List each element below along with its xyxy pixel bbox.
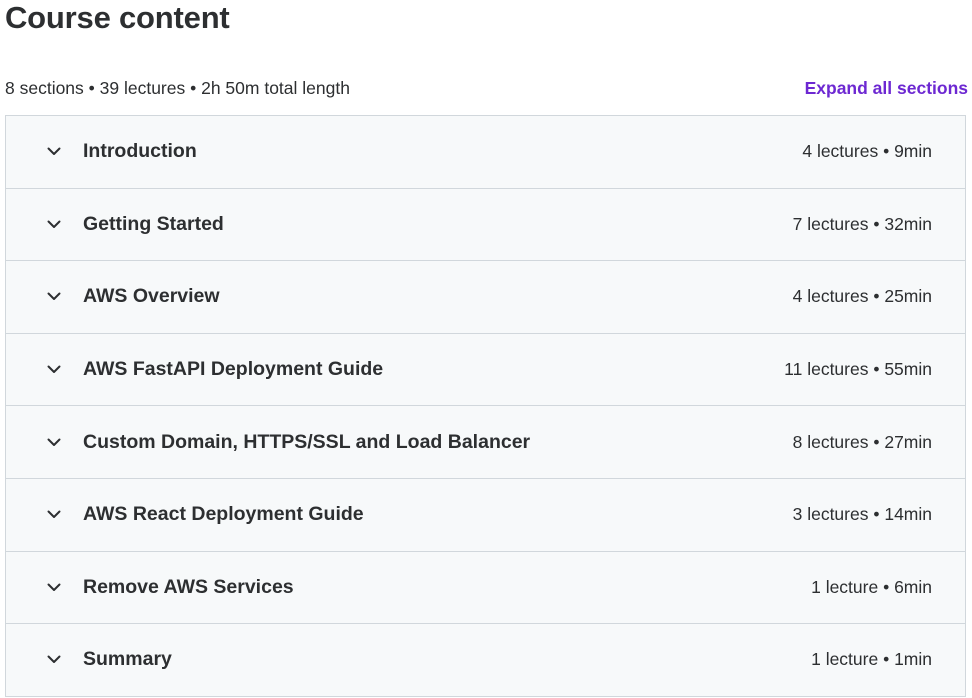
section-lecture-info: 1 lecture • 6min — [811, 576, 932, 597]
section-lecture-info: 4 lectures • 25min — [792, 286, 932, 307]
section-lecture-info: 11 lectures • 55min — [784, 359, 932, 380]
chevron-down-icon — [46, 144, 62, 160]
sections-accordion: Introduction 4 lectures • 9min Getting S… — [5, 115, 966, 697]
section-title: AWS React Deployment Guide — [83, 503, 364, 526]
section-title: Summary — [83, 648, 172, 671]
section-lecture-info: 7 lectures • 32min — [792, 213, 932, 234]
chevron-down-icon — [46, 434, 62, 450]
section-header[interactable]: AWS React Deployment Guide 3 lectures • … — [6, 478, 965, 552]
chevron-down-icon — [46, 507, 62, 523]
section-title: Introduction — [83, 140, 197, 163]
section-header[interactable]: Summary 1 lecture • 1min — [6, 624, 965, 697]
chevron-down-icon — [46, 216, 62, 232]
section-title: AWS FastAPI Deployment Guide — [83, 358, 384, 381]
section-header[interactable]: Getting Started 7 lectures • 32min — [6, 188, 965, 262]
page-title: Course content — [5, 0, 230, 35]
chevron-down-icon — [46, 289, 62, 305]
section-header[interactable]: AWS Overview 4 lectures • 25min — [6, 261, 965, 334]
section-title: Remove AWS Services — [83, 575, 294, 598]
section-title: AWS Overview — [83, 285, 220, 308]
section-title: Getting Started — [83, 212, 224, 235]
chevron-down-icon — [46, 579, 62, 595]
course-summary-row: 8 sections • 39 lectures • 2h 50m total … — [5, 75, 968, 101]
section-lecture-info: 4 lectures • 9min — [802, 141, 932, 162]
chevron-down-icon — [46, 652, 62, 668]
section-header[interactable]: Custom Domain, HTTPS/SSL and Load Balanc… — [6, 406, 965, 479]
section-title: Custom Domain, HTTPS/SSL and Load Balanc… — [83, 430, 531, 453]
section-header[interactable]: Remove AWS Services 1 lecture • 6min — [6, 551, 965, 625]
course-summary: 8 sections • 39 lectures • 2h 50m total … — [5, 77, 350, 98]
section-lecture-info: 3 lectures • 14min — [792, 504, 932, 525]
section-lecture-info: 8 lectures • 27min — [792, 431, 932, 452]
section-header[interactable]: Introduction 4 lectures • 9min — [6, 116, 965, 189]
section-lecture-info: 1 lecture • 1min — [811, 649, 932, 670]
section-header[interactable]: AWS FastAPI Deployment Guide 11 lectures… — [6, 333, 965, 407]
expand-all-sections-button[interactable]: Expand all sections — [805, 78, 968, 99]
chevron-down-icon — [46, 362, 62, 378]
